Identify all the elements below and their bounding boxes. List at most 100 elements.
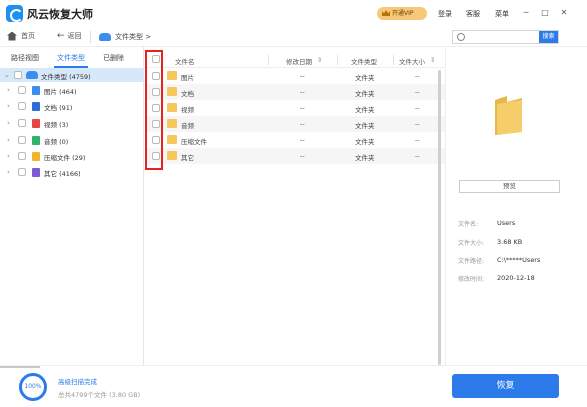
back-label: 返回: [67, 32, 82, 40]
close-icon[interactable]: ✕: [558, 7, 570, 19]
tree-checkbox[interactable]: [18, 119, 26, 127]
sort-icon[interactable]: ⇕: [317, 56, 322, 64]
folder-icon: [167, 87, 177, 96]
column-header-modified[interactable]: 修改日期: [286, 56, 312, 66]
sort-icon[interactable]: ⇕: [430, 56, 435, 64]
table-row[interactable]: 文档 -- 文件夹 --: [145, 84, 445, 100]
column-header-type[interactable]: 文件类型: [351, 56, 377, 66]
breadcrumb[interactable]: 文件类型 >: [99, 32, 151, 42]
vip-button[interactable]: 开通VIP: [377, 7, 427, 20]
expand-icon[interactable]: ›: [7, 168, 10, 176]
view-tabs: 路径视图 文件类型 已删除: [0, 51, 144, 68]
tree-item-audio[interactable]: › 音频 (0): [0, 133, 144, 147]
cell-name: 压缩文件: [181, 138, 207, 146]
info-label-modified: 修改时间:: [458, 276, 485, 283]
cell-type: 文件夹: [355, 122, 375, 130]
cell-size: --: [415, 104, 420, 112]
tree-checkbox[interactable]: [18, 86, 26, 94]
search-button[interactable]: 搜索: [539, 31, 558, 43]
info-label-filename: 文件名:: [458, 221, 479, 228]
vip-button-label: 开通VIP: [392, 10, 414, 17]
crown-icon: [382, 10, 390, 16]
tree-item-videos[interactable]: › 视频 (3): [0, 116, 144, 130]
table-row[interactable]: 图片 -- 文件夹 --: [145, 68, 445, 84]
tree-item-other[interactable]: › 其它 (4166): [0, 165, 144, 179]
search-icon: [457, 33, 465, 41]
expand-icon[interactable]: ›: [7, 119, 10, 127]
login-link[interactable]: 登录: [438, 9, 452, 19]
tree-item-label: 文档 (91): [44, 104, 73, 112]
home-button[interactable]: 首页: [7, 31, 35, 41]
tree-item-label: 其它 (4166): [44, 170, 81, 178]
expand-icon[interactable]: ›: [7, 102, 10, 110]
app-title: 风云恢复大师: [27, 8, 93, 21]
cell-modified: --: [300, 88, 305, 96]
cell-name: 文档: [181, 90, 194, 98]
cell-name: 视频: [181, 106, 194, 114]
cell-size: --: [415, 72, 420, 80]
preview-button[interactable]: 预览: [459, 180, 560, 193]
cell-type: 文件夹: [355, 106, 375, 114]
tree-item-archives[interactable]: › 压缩文件 (29): [0, 149, 144, 163]
vertical-scrollbar[interactable]: [438, 70, 441, 365]
expand-icon[interactable]: ›: [7, 152, 10, 160]
expand-icon[interactable]: ›: [7, 136, 10, 144]
breadcrumb-label: 文件类型 >: [115, 33, 152, 41]
cell-type: 文件夹: [355, 154, 375, 162]
tree-checkbox[interactable]: [18, 168, 26, 176]
cell-size: --: [415, 152, 420, 160]
back-button[interactable]: ← 返回: [57, 31, 82, 41]
info-label-size: 文件大小:: [458, 240, 485, 247]
tree-item-all-types[interactable]: ⌄ 文件类型 (4759): [0, 68, 144, 82]
folder-preview-icon: [495, 96, 522, 135]
menu-link[interactable]: 菜单: [495, 9, 509, 19]
cell-modified: --: [300, 152, 305, 160]
info-value-path: C:\*****Users: [497, 256, 541, 264]
tab-file-type[interactable]: 文件类型: [57, 53, 85, 63]
tab-path-view[interactable]: 路径视图: [11, 53, 39, 63]
maximize-icon[interactable]: □: [539, 7, 551, 19]
scan-status-title: 高级扫描完成: [58, 378, 97, 386]
cell-modified: --: [300, 120, 305, 128]
minimize-icon[interactable]: ─: [520, 7, 532, 19]
service-link[interactable]: 客服: [466, 9, 480, 19]
checkbox-column-highlight: [145, 50, 163, 170]
tree-checkbox[interactable]: [18, 102, 26, 110]
title-bar: 风云恢复大师 开通VIP 登录 客服 菜单 ─ □ ✕: [0, 0, 587, 27]
expand-icon[interactable]: ›: [7, 86, 10, 94]
info-value-modified: 2020-12-18: [497, 274, 535, 282]
archive-file-icon: [32, 152, 40, 161]
cell-name: 图片: [181, 74, 194, 82]
cell-name: 音频: [181, 122, 194, 130]
other-file-icon: [32, 168, 40, 177]
tree-checkbox[interactable]: [14, 71, 22, 79]
tree-item-label: 图片 (464): [44, 88, 77, 96]
cell-modified: --: [300, 72, 305, 80]
cell-name: 其它: [181, 154, 194, 162]
tree-checkbox[interactable]: [18, 152, 26, 160]
preview-panel: 预览 文件名: Users 文件大小: 3.68 KB 文件路径: C:\***…: [445, 47, 587, 365]
cell-size: --: [415, 120, 420, 128]
table-row[interactable]: 音频 -- 文件夹 --: [145, 116, 445, 132]
tree-item-documents[interactable]: › 文档 (91): [0, 99, 144, 113]
cell-size: --: [415, 136, 420, 144]
tab-deleted[interactable]: 已删除: [103, 53, 124, 63]
audio-file-icon: [32, 136, 40, 145]
recover-button[interactable]: 恢复: [452, 374, 559, 398]
search-input[interactable]: 搜索: [452, 30, 559, 44]
info-label-path: 文件路径:: [458, 258, 485, 265]
cell-type: 文件夹: [355, 90, 375, 98]
collapse-icon[interactable]: ⌄: [4, 71, 10, 79]
tree-item-label: 音频 (0): [44, 138, 69, 146]
column-header-name[interactable]: 文件名: [175, 56, 195, 66]
table-row[interactable]: 压缩文件 -- 文件夹 --: [145, 132, 445, 148]
table-row[interactable]: 其它 -- 文件夹 --: [145, 148, 445, 164]
column-divider: [337, 55, 338, 65]
column-divider: [268, 55, 269, 65]
column-header-size[interactable]: 文件大小: [399, 56, 425, 66]
tree-item-images[interactable]: › 图片 (464): [0, 83, 144, 97]
table-row[interactable]: 视频 -- 文件夹 --: [145, 100, 445, 116]
status-bar: 100% 高级扫描完成 总共4799个文件 (3.80 GB) 恢复: [0, 365, 587, 407]
table-header: 文件名 修改日期 ⇕ 文件类型 文件大小 ⇕: [145, 51, 445, 68]
tree-checkbox[interactable]: [18, 136, 26, 144]
